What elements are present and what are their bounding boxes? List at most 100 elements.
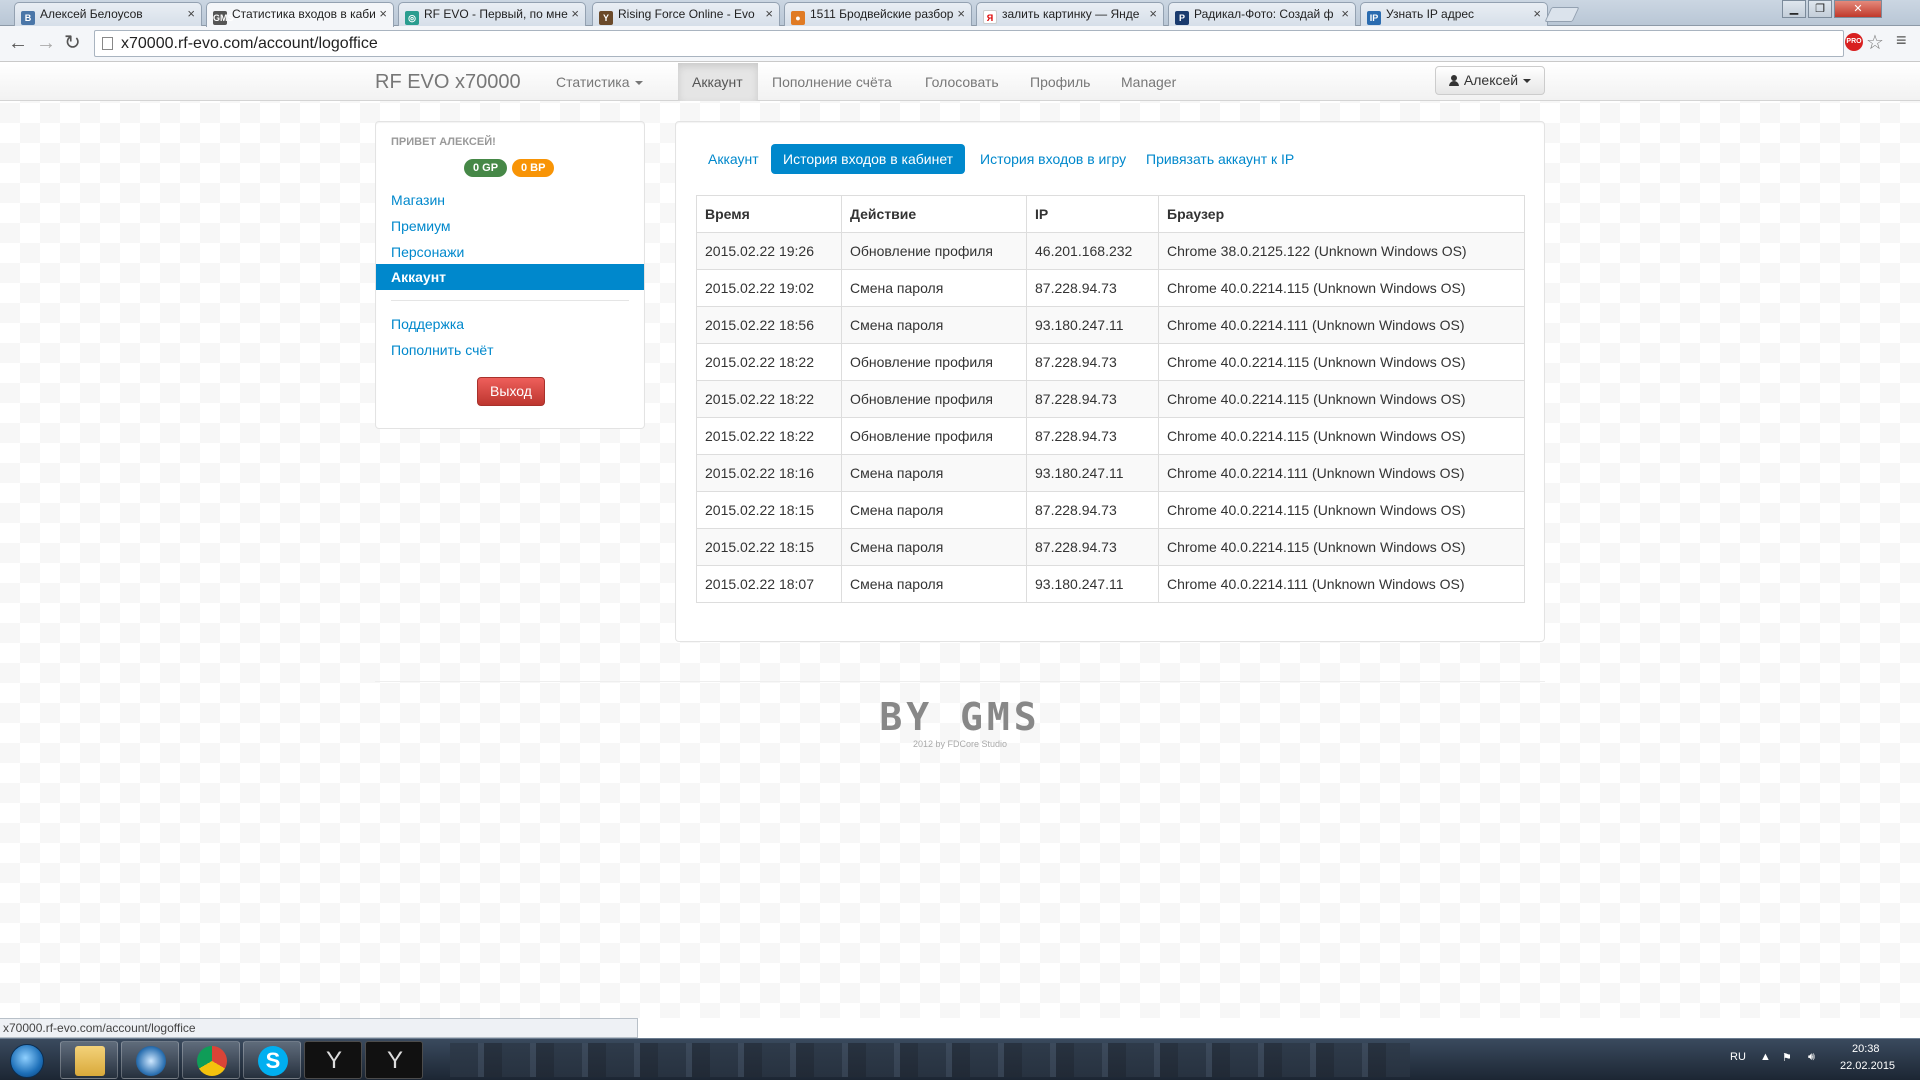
cell-browser: Chrome 40.0.2214.115 (Unknown Windows OS… bbox=[1158, 380, 1525, 418]
url-text: x70000.rf-evo.com/account/logoffice bbox=[121, 35, 378, 52]
tab-title: Радикал-Фото: Создай ф bbox=[1194, 7, 1334, 21]
tab-favicon-icon: P bbox=[1175, 11, 1189, 25]
bookmark-star-icon[interactable]: ☆ bbox=[1866, 30, 1884, 55]
cell-ip: 93.180.247.11 bbox=[1026, 454, 1159, 492]
browser-tab-strip: B Алексей Белоусов × GMSСтатистика входов в… bbox=[0, 0, 1920, 27]
nav-topup[interactable]: Пополнение счёта bbox=[758, 63, 906, 101]
rf-game-icon: Y bbox=[386, 1047, 403, 1074]
sidebar-item-premium[interactable]: Премиум bbox=[391, 216, 451, 236]
cell-time: 2015.02.22 18:56 bbox=[696, 306, 842, 344]
nav-account[interactable]: Аккаунт bbox=[678, 63, 758, 101]
maximize-button[interactable]: ❐ bbox=[1808, 0, 1832, 18]
clock-date[interactable]: 22.02.2015 bbox=[1840, 1060, 1895, 1072]
taskbar-skype[interactable]: S bbox=[243, 1041, 301, 1079]
sidebar-item-support[interactable]: Поддержка bbox=[391, 314, 464, 334]
back-icon[interactable]: ← bbox=[8, 32, 28, 54]
chevron-down-icon bbox=[634, 81, 643, 86]
taskbar-game-1[interactable]: Y bbox=[304, 1041, 362, 1079]
new-tab-button[interactable] bbox=[1544, 7, 1580, 22]
tab-close-icon[interactable]: × bbox=[1341, 3, 1349, 25]
chrome-icon bbox=[197, 1046, 227, 1076]
table-row: 2015.02.22 18:22 Обновление профиля 87.228… bbox=[696, 380, 1525, 418]
browser-tab[interactable]: IP Узнать IP адрес × bbox=[1360, 2, 1548, 26]
browser-tab[interactable]: Y Rising Force Online - Evo × bbox=[592, 2, 780, 26]
cell-browser: Chrome 38.0.2125.122 (Unknown Windows OS… bbox=[1158, 232, 1525, 270]
cell-browser: Chrome 40.0.2214.115 (Unknown Windows OS… bbox=[1158, 343, 1525, 381]
footer-credit: 2012 by FDCore Studio bbox=[912, 739, 1008, 749]
sidebar-item-shop[interactable]: Магазин bbox=[391, 190, 445, 210]
user-menu-button[interactable]: Алексей bbox=[1435, 66, 1545, 95]
tab-close-icon[interactable]: × bbox=[1533, 3, 1541, 25]
taskbar-explorer[interactable] bbox=[60, 1041, 118, 1079]
rf-game-icon: Y bbox=[325, 1047, 342, 1074]
cell-action: Обновление профиля bbox=[841, 232, 1027, 270]
cell-time: 2015.02.22 18:15 bbox=[696, 528, 842, 566]
tab-favicon-icon: ● bbox=[791, 11, 805, 25]
tab-title: Статистика входов в каби bbox=[232, 7, 376, 21]
nav-vote[interactable]: Голосовать bbox=[911, 63, 1013, 101]
cell-browser: Chrome 40.0.2214.111 (Unknown Windows OS… bbox=[1158, 306, 1525, 344]
browser-tab[interactable]: ◎ RF EVO - Первый, по мне × bbox=[398, 2, 586, 26]
cell-action: Смена пароля bbox=[841, 565, 1027, 603]
folder-icon bbox=[75, 1046, 105, 1076]
show-hidden-icons[interactable]: ▲ bbox=[1760, 1051, 1771, 1063]
tab-close-icon[interactable]: × bbox=[379, 3, 387, 25]
language-indicator[interactable]: RU bbox=[1730, 1051, 1746, 1063]
pro-extension-icon[interactable]: PRO bbox=[1845, 33, 1863, 51]
volume-icon[interactable]: 🔊︎ bbox=[1808, 1051, 1815, 1064]
table-row: 2015.02.22 18:15 Смена пароля 87.228.94.73… bbox=[696, 491, 1525, 529]
tab-close-icon[interactable]: × bbox=[957, 3, 965, 25]
nav-statistics[interactable]: Статистика bbox=[542, 63, 657, 101]
sidebar-item-topup[interactable]: Пополнить счёт bbox=[391, 340, 494, 360]
cell-time: 2015.02.22 18:22 bbox=[696, 380, 842, 418]
clock-time[interactable]: 20:38 bbox=[1852, 1043, 1880, 1055]
cell-action: Смена пароля bbox=[841, 269, 1027, 307]
forward-icon[interactable]: → bbox=[36, 32, 56, 54]
table-header-row: Время Действие IP Браузер bbox=[696, 195, 1525, 233]
cell-action: Обновление профиля bbox=[841, 417, 1027, 455]
site-brand[interactable]: RF EVO x70000 bbox=[375, 71, 521, 94]
action-center-flag-icon[interactable]: ⚑ bbox=[1782, 1051, 1792, 1064]
chevron-down-icon bbox=[1523, 79, 1532, 84]
browser-menu-icon[interactable]: ≡ bbox=[1896, 30, 1907, 51]
user-icon bbox=[1448, 75, 1459, 86]
sidebar-item-characters[interactable]: Персонажи bbox=[391, 242, 464, 262]
tab-close-icon[interactable]: × bbox=[765, 3, 773, 25]
browser-tab[interactable]: P Радикал-Фото: Создай ф × bbox=[1168, 2, 1356, 26]
tab-title: залить картинку — Янде bbox=[1002, 7, 1140, 21]
tab-favicon-icon: IP bbox=[1367, 11, 1381, 25]
minimize-button[interactable]: ▁ bbox=[1782, 0, 1806, 18]
cell-time: 2015.02.22 18:07 bbox=[696, 565, 842, 603]
browser-tab[interactable]: B Алексей Белоусов × bbox=[14, 2, 202, 26]
browser-tab[interactable]: GMSСтатистика входов в каби × bbox=[206, 2, 394, 27]
sidebar-item-account[interactable]: Аккаунт bbox=[376, 264, 644, 290]
tab-bind-ip[interactable]: Привязать аккаунт к IP bbox=[1134, 144, 1306, 174]
tab-title: Rising Force Online - Evo bbox=[618, 7, 755, 21]
address-bar[interactable]: x70000.rf-evo.com/account/logoffice bbox=[94, 30, 1844, 57]
nav-manager[interactable]: Manager bbox=[1107, 63, 1190, 101]
cell-browser: Chrome 40.0.2214.111 (Unknown Windows OS… bbox=[1158, 454, 1525, 492]
taskbar-game-2[interactable]: Y bbox=[365, 1041, 423, 1079]
tab-game-login-history[interactable]: История входов в игру bbox=[968, 144, 1138, 174]
taskbar-app-2[interactable] bbox=[121, 1041, 179, 1079]
tab-close-icon[interactable]: × bbox=[1149, 3, 1157, 25]
tab-close-icon[interactable]: × bbox=[187, 3, 195, 25]
column-header: Время bbox=[696, 195, 842, 233]
browser-tab[interactable]: ● 1511 Бродвейские разбор × bbox=[784, 2, 972, 26]
cell-time: 2015.02.22 19:02 bbox=[696, 269, 842, 307]
cell-ip: 87.228.94.73 bbox=[1026, 491, 1159, 529]
logout-button[interactable]: Выход bbox=[477, 377, 545, 406]
tab-cabinet-login-history[interactable]: История входов в кабинет bbox=[771, 144, 966, 174]
table-row: 2015.02.22 18:16 Смена пароля 93.180.247.1… bbox=[696, 454, 1525, 492]
browser-tab[interactable]: Язалить картинку — Янде × bbox=[976, 2, 1164, 26]
close-window-button[interactable]: ✕ bbox=[1834, 0, 1882, 18]
cell-ip: 87.228.94.73 bbox=[1026, 269, 1159, 307]
tab-close-icon[interactable]: × bbox=[571, 3, 579, 25]
start-button[interactable] bbox=[2, 1041, 52, 1079]
account-sidebar: ПРИВЕТ АЛЕКСЕЙ! 0 GP 0 BP Магазин Премиу… bbox=[375, 121, 645, 429]
tab-favicon-icon: B bbox=[21, 11, 35, 25]
tab-account[interactable]: Аккаунт bbox=[696, 144, 771, 174]
nav-profile[interactable]: Профиль bbox=[1016, 63, 1104, 101]
taskbar-chrome[interactable] bbox=[182, 1041, 240, 1079]
reload-icon[interactable]: ↻ bbox=[64, 32, 81, 54]
